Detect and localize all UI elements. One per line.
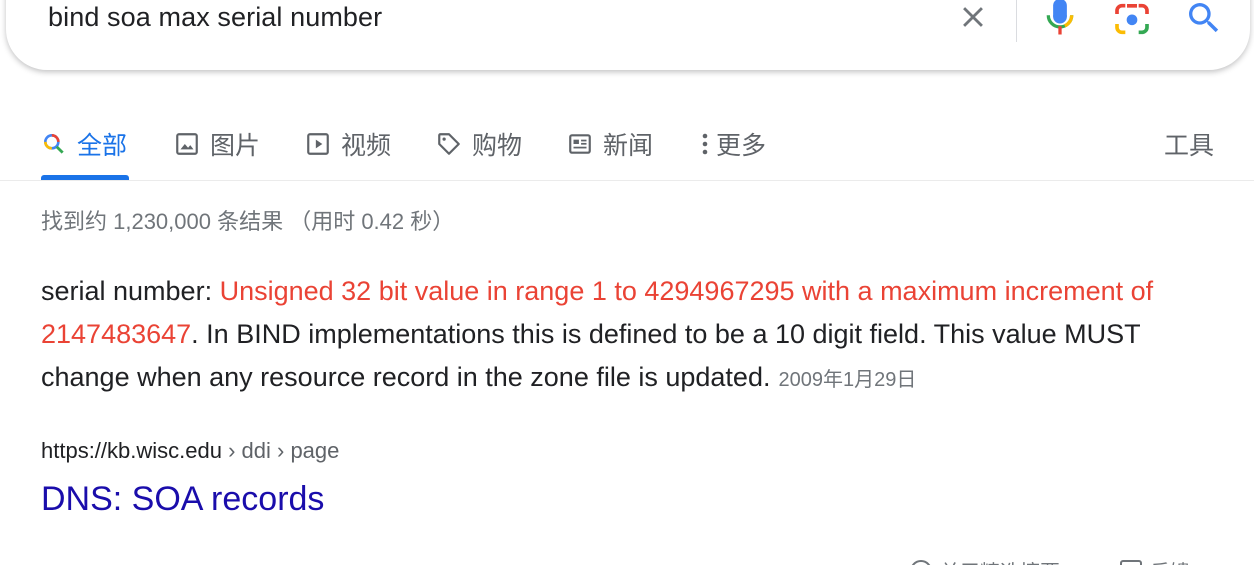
camera-lens-icon[interactable] <box>1112 0 1152 39</box>
result-path: › ddi › page <box>221 438 340 463</box>
tag-icon <box>436 131 462 157</box>
tab-news[interactable]: 新闻 <box>567 124 653 164</box>
tab-label: 购物 <box>472 132 523 160</box>
search-tabs: 全部 图片 视频 购物 新闻 更多 工具 <box>0 110 1254 182</box>
snippet-footer: 关于精选摘要 反馈 <box>910 556 1190 565</box>
feedback-label: 反馈 <box>1150 556 1190 565</box>
snippet-prefix: serial number: <box>41 276 220 306</box>
tab-label: 视频 <box>341 132 392 160</box>
help-icon <box>910 559 932 565</box>
result-stats: 找到约 1,230,000 条结果 （用时 0.42 秒） <box>41 209 455 234</box>
microphone-icon[interactable] <box>1043 0 1077 40</box>
snippet-text: . In BIND implementations this is define… <box>41 319 1141 392</box>
tab-images[interactable]: 图片 <box>174 124 260 164</box>
more-vert-icon <box>700 131 710 157</box>
tools-button[interactable]: 工具 <box>1164 124 1214 164</box>
clear-icon[interactable] <box>956 0 990 34</box>
searchbar-divider <box>1016 0 1017 42</box>
search-icon[interactable] <box>1184 0 1224 38</box>
result-domain: https://kb.wisc.edu <box>41 438 222 463</box>
news-icon <box>567 131 593 157</box>
result-title-link[interactable]: DNS: SOA records <box>41 480 324 519</box>
tabs-divider <box>0 180 1254 181</box>
featured-snippet: serial number: Unsigned 32 bit value in … <box>41 270 1221 402</box>
about-snippets-link[interactable]: 关于精选摘要 <box>910 556 1060 565</box>
search-input[interactable]: bind soa max serial number <box>48 2 382 33</box>
search-icon <box>41 131 67 157</box>
tab-videos[interactable]: 视频 <box>305 124 391 164</box>
result-url[interactable]: https://kb.wisc.edu › ddi › page <box>41 438 339 464</box>
tab-shopping[interactable]: 购物 <box>436 124 522 164</box>
video-icon <box>305 131 331 157</box>
feedback-link[interactable]: 反馈 <box>1120 556 1190 565</box>
search-bar[interactable]: bind soa max serial number <box>6 0 1250 70</box>
snippet-date: 2009年1月29日 <box>778 369 917 391</box>
tab-label: 新闻 <box>603 132 654 160</box>
tab-all[interactable]: 全部 <box>41 124 127 164</box>
feedback-icon <box>1120 559 1142 565</box>
image-icon <box>174 131 200 157</box>
tab-more[interactable]: 更多 <box>700 124 766 164</box>
tab-label: 全部 <box>77 132 128 160</box>
tab-label: 更多 <box>716 132 767 160</box>
about-snippets-label: 关于精选摘要 <box>940 556 1060 565</box>
tab-label: 图片 <box>210 132 261 160</box>
